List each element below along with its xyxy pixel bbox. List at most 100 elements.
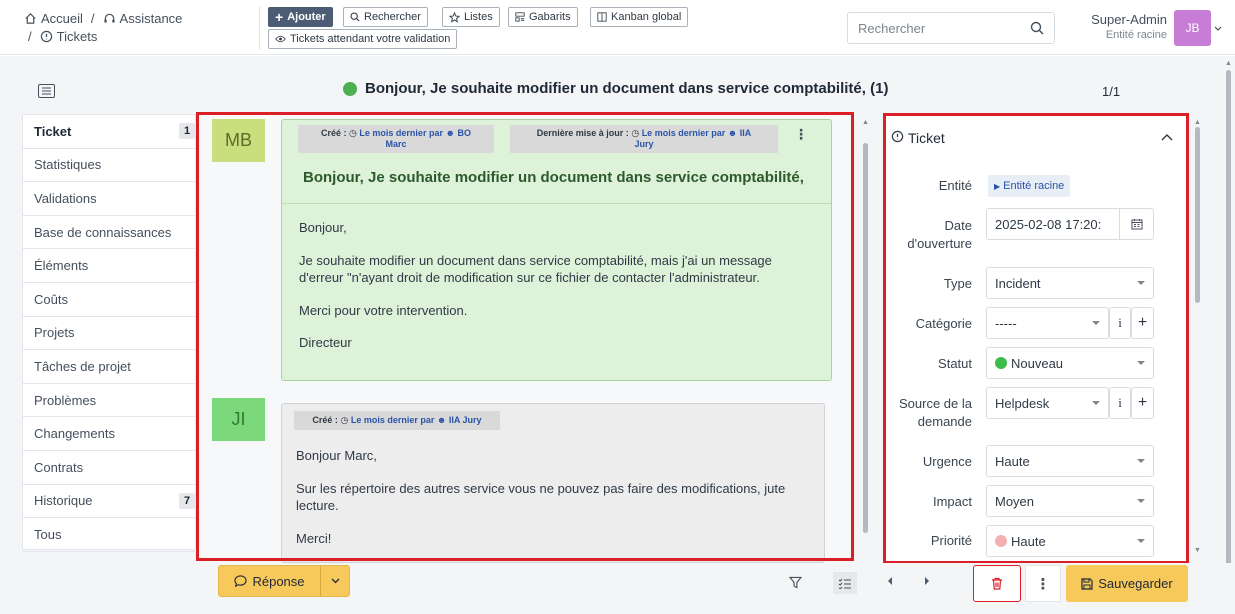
caret-left-icon[interactable] bbox=[886, 576, 894, 586]
calendar-icon[interactable] bbox=[1119, 209, 1153, 239]
lists-button[interactable]: Listes bbox=[442, 7, 500, 27]
sidebar-item[interactable]: Historique 7 bbox=[23, 485, 195, 519]
source-select[interactable]: Helpdesk bbox=[986, 387, 1109, 419]
sidebar-item[interactable]: Changements bbox=[23, 417, 195, 451]
source-value: Helpdesk bbox=[995, 395, 1050, 411]
add-button-label: Ajouter bbox=[287, 11, 326, 23]
priority-select[interactable]: Haute bbox=[986, 525, 1154, 557]
message-paragraph: Merci! bbox=[296, 531, 332, 546]
type-value: Incident bbox=[995, 275, 1041, 291]
user-name: Super-Admin bbox=[1091, 12, 1167, 27]
sidebar-item[interactable]: Coûts bbox=[23, 283, 195, 317]
list-check-icon[interactable] bbox=[833, 572, 857, 594]
add-button[interactable]: + Ajouter bbox=[268, 7, 333, 27]
sidebar-item[interactable]: Problèmes bbox=[23, 384, 195, 418]
plus-icon[interactable]: + bbox=[1131, 307, 1154, 339]
field-label: Urgence bbox=[922, 454, 972, 469]
user-icon: ☻ bbox=[436, 415, 447, 425]
headset-icon bbox=[103, 12, 116, 25]
urgency-value: Haute bbox=[995, 453, 1030, 469]
message-paragraph: Bonjour Marc, bbox=[296, 448, 377, 463]
impact-value: Moyen bbox=[995, 493, 1035, 509]
home-icon[interactable] bbox=[24, 12, 37, 25]
sidebar-item[interactable]: Tous bbox=[23, 518, 195, 552]
category-select[interactable]: ----- bbox=[986, 307, 1109, 339]
templates-button[interactable]: Gabarits bbox=[508, 7, 578, 27]
more-options-icon[interactable]: ⋮ bbox=[1025, 565, 1061, 602]
delete-button[interactable] bbox=[973, 565, 1021, 602]
toggle-sidebar-icon[interactable] bbox=[38, 84, 55, 98]
sidebar-item[interactable]: Statistiques bbox=[23, 149, 195, 183]
urgency-select[interactable]: Haute bbox=[986, 445, 1154, 477]
field-label: Statut bbox=[938, 356, 972, 371]
global-search[interactable]: Rechercher bbox=[847, 12, 1055, 44]
divider bbox=[282, 203, 831, 204]
breadcrumb-tickets[interactable]: Tickets bbox=[57, 29, 98, 44]
search-input[interactable]: Rechercher bbox=[858, 21, 925, 36]
sidebar-item-label: Validations bbox=[34, 190, 97, 206]
status-select[interactable]: Nouveau bbox=[986, 347, 1154, 379]
created-by: IIA Jury bbox=[448, 415, 482, 425]
user-info[interactable]: Super-Admin Entité racine bbox=[1080, 12, 1167, 41]
star-icon bbox=[449, 11, 460, 23]
search-button[interactable]: Rechercher bbox=[343, 7, 428, 27]
chevron-down-icon[interactable] bbox=[321, 566, 349, 596]
caret-right-icon[interactable] bbox=[923, 576, 931, 586]
clock-icon: ◷ bbox=[349, 128, 357, 138]
caret-down-icon bbox=[1137, 539, 1145, 543]
clock-icon: ◷ bbox=[631, 128, 640, 138]
field-label: Source de la demande bbox=[885, 395, 972, 431]
sidebar-item[interactable]: Projets bbox=[23, 317, 195, 351]
user-avatar[interactable]: JB bbox=[1174, 10, 1211, 46]
updated-label: Dernière mise à jour : bbox=[536, 128, 629, 138]
breadcrumb-assistance[interactable]: Assistance bbox=[120, 11, 183, 26]
chevron-down-icon[interactable] bbox=[1214, 26, 1222, 32]
created-when: Le mois dernier par bbox=[350, 415, 435, 425]
sidebar-item[interactable]: Contrats bbox=[23, 451, 195, 485]
sidebar-item[interactable]: Validations bbox=[23, 182, 195, 216]
search-icon[interactable] bbox=[1030, 21, 1044, 35]
breadcrumb-line-2: / Tickets bbox=[28, 29, 97, 44]
date-value: 2025-02-08 17:20: bbox=[995, 216, 1102, 232]
filter-icon[interactable] bbox=[789, 576, 802, 589]
caret-down-icon bbox=[1137, 459, 1145, 463]
plus-icon[interactable]: + bbox=[1131, 387, 1154, 419]
page-scrollbar[interactable]: ▲ bbox=[1223, 60, 1233, 610]
info-icon[interactable]: i bbox=[1109, 387, 1131, 419]
validation-tickets-button[interactable]: Tickets attendant votre validation bbox=[268, 29, 458, 49]
sidebar-item[interactable]: Tâches de projet bbox=[23, 350, 195, 384]
ticket-title: Bonjour, Je souhaite modifier un documen… bbox=[365, 80, 889, 97]
trash-icon bbox=[991, 577, 1003, 590]
created-label: Créé : bbox=[321, 128, 347, 138]
reply-button[interactable]: Réponse bbox=[219, 566, 321, 596]
status-value: Nouveau bbox=[1011, 355, 1064, 371]
impact-select[interactable]: Moyen bbox=[986, 485, 1154, 517]
caret-down-icon bbox=[1137, 281, 1145, 285]
reply-button-group: Réponse bbox=[218, 565, 350, 597]
alert-circle-icon bbox=[40, 30, 53, 43]
caret-down-icon bbox=[1137, 361, 1145, 365]
type-select[interactable]: Incident bbox=[986, 267, 1154, 299]
created-by-2: Marc bbox=[385, 139, 407, 149]
date-field[interactable]: 2025-02-08 17:20: bbox=[986, 208, 1154, 240]
ticket-fields-panel: Ticket Entité ▶ Entité racine Date d'ouve… bbox=[885, 116, 1186, 562]
more-options-icon[interactable]: ⋮ bbox=[794, 126, 808, 143]
info-icon[interactable]: i bbox=[1109, 307, 1131, 339]
timeline-scrollbar[interactable]: ▲ bbox=[860, 119, 870, 559]
breadcrumb-home[interactable]: Accueil bbox=[41, 11, 83, 26]
caret-down-icon bbox=[1092, 321, 1100, 325]
message-paragraph: lecture. bbox=[296, 498, 339, 513]
entity-badge[interactable]: ▶ Entité racine bbox=[988, 175, 1071, 197]
chevron-up-icon[interactable] bbox=[1161, 133, 1173, 141]
sidebar-item[interactable]: Éléments bbox=[23, 249, 195, 283]
updated-by-2: Jury bbox=[634, 139, 654, 149]
message-subject: Bonjour, Je souhaite modifier un documen… bbox=[303, 169, 804, 186]
message-paragraph: Sur les répertoire des autres service vo… bbox=[296, 481, 786, 496]
sidebar-item[interactable]: Base de connaissances bbox=[23, 216, 195, 250]
kanban-button[interactable]: Kanban global bbox=[590, 7, 689, 27]
sidebar-item-label: Éléments bbox=[34, 258, 89, 274]
save-button[interactable]: Sauvegarder bbox=[1066, 565, 1188, 602]
panel-scrollbar[interactable]: ▲ ▼ bbox=[1192, 119, 1202, 559]
sidebar-item[interactable]: Ticket 1 bbox=[23, 115, 195, 149]
sidebar-item-label: Statistiques bbox=[34, 157, 102, 173]
